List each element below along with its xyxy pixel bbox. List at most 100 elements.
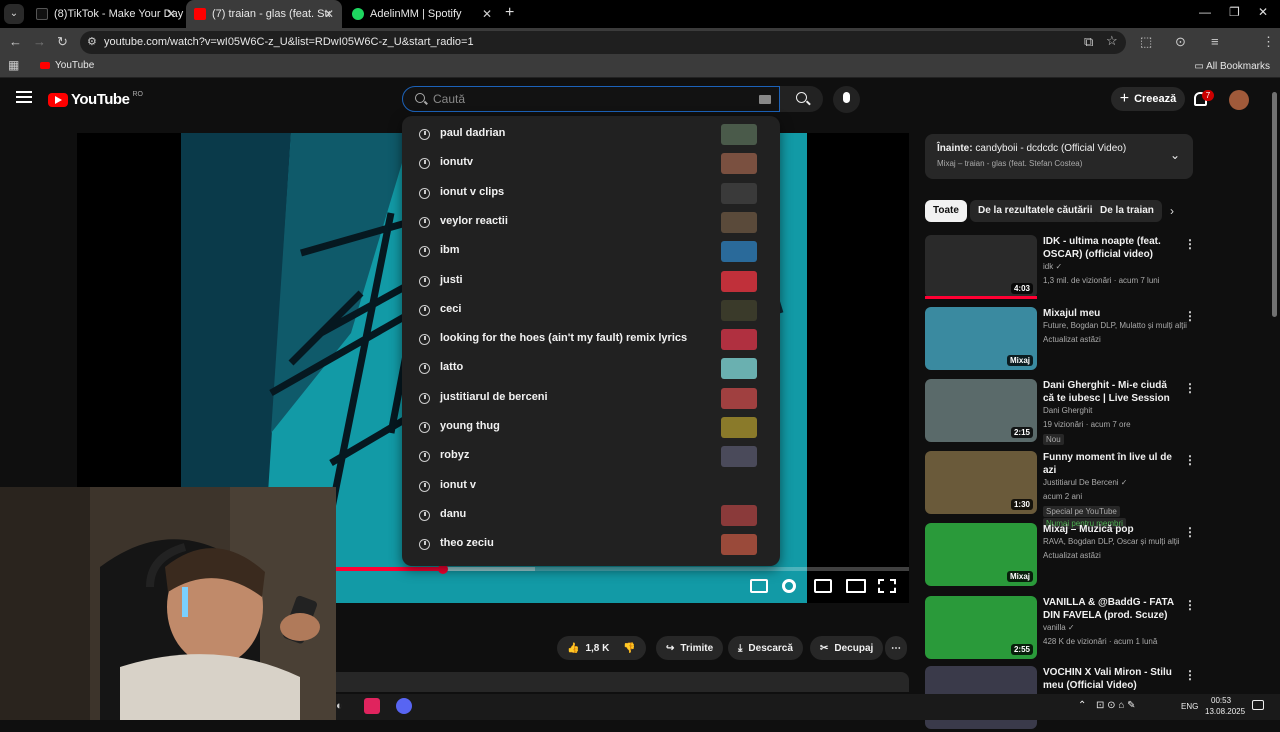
suggestion-item[interactable]: ibm <box>402 237 780 266</box>
chevron-down-icon[interactable]: ⌄ <box>1170 148 1180 162</box>
video-title[interactable]: Mixajul meu <box>1043 307 1178 320</box>
suggestion-item[interactable]: justi <box>402 267 780 296</box>
subtitles-icon[interactable] <box>750 579 768 593</box>
suggestion-item[interactable]: paul dadrian <box>402 120 780 149</box>
suggestion-item[interactable]: ionut v clips <box>402 179 780 208</box>
channel-name[interactable]: Future, Bogdan DLP, Mulatto și mulți alț… <box>1043 321 1187 330</box>
related-video[interactable]: 2:15 Dani Gherghit - Mi-e ciudă că te iub… <box>925 379 1196 445</box>
menu-hamburger-icon[interactable] <box>16 91 32 103</box>
suggestion-item[interactable]: justitiarul de berceni <box>402 384 780 413</box>
video-thumbnail[interactable]: Mixaj <box>925 523 1037 586</box>
channel-name[interactable]: Dani Gherghit <box>1043 406 1092 415</box>
video-thumbnail[interactable]: Mixaj <box>925 307 1037 370</box>
more-options-icon[interactable]: ⋮ <box>1184 525 1196 539</box>
back-icon[interactable]: ← <box>9 34 22 49</box>
chrome-menu-icon[interactable]: ⋮ <box>1262 34 1275 50</box>
apps-grid-icon[interactable]: ▦ <box>8 58 19 72</box>
chip-from-traian[interactable]: De la traian <box>1092 200 1162 222</box>
channel-name[interactable]: RAVA, Bogdan DLP, Oscar și mulți alții <box>1043 537 1180 546</box>
suggestion-item[interactable]: young thug <box>402 413 780 442</box>
playlist-up-next[interactable]: Înainte: candyboii - dcdcdc (Official Vi… <box>925 134 1193 179</box>
like-button[interactable]: 👍 1,8 K 👎 <box>557 636 646 660</box>
suggestion-item[interactable]: robyz <box>402 442 780 471</box>
keyboard-icon[interactable] <box>759 95 771 104</box>
video-title[interactable]: Mixaj – Muzică pop <box>1043 523 1178 536</box>
close-tab-icon[interactable]: ✕ <box>324 7 334 21</box>
tab-youtube[interactable]: (7) traian - glas (feat. Stefan Co ✕ <box>186 0 342 28</box>
channel-name[interactable]: idk ✓ <box>1043 262 1062 271</box>
theater-mode-icon[interactable] <box>846 579 866 593</box>
download-button[interactable]: ⤓ Descarcă <box>728 636 803 660</box>
chip-all[interactable]: Toate <box>925 200 967 222</box>
new-tab-button[interactable]: + <box>505 4 514 22</box>
video-thumbnail[interactable]: 4:03 <box>925 235 1037 298</box>
more-options-icon[interactable]: ⋮ <box>1184 453 1196 467</box>
channel-name[interactable]: Justitiarul De Berceni ✓ <box>1043 478 1128 487</box>
clip-button[interactable]: ✂ Decupaj <box>810 636 884 660</box>
taskbar-app-icon[interactable]: ◐ <box>336 700 343 712</box>
youtube-logo[interactable]: YouTube RO <box>48 91 143 108</box>
tray-icons[interactable]: ⊡ ⊙ ⌂ ✎ <box>1096 700 1136 711</box>
site-info-icon[interactable]: ⚙ <box>87 35 97 48</box>
share-button[interactable]: ↪ Trimite <box>656 636 724 660</box>
video-title[interactable]: VANILLA & @BaddG - FATA DIN FAVELA (prod… <box>1043 596 1178 622</box>
reload-icon[interactable]: ↻ <box>57 34 68 50</box>
more-options-icon[interactable]: ⋮ <box>1184 237 1196 251</box>
suggestion-item[interactable]: ceci <box>402 296 780 325</box>
user-avatar[interactable] <box>1229 90 1249 110</box>
install-app-icon[interactable]: ⧉ <box>1084 34 1093 50</box>
video-title[interactable]: VOCHIN X Vali Miron - Stilu meu (Officia… <box>1043 666 1178 692</box>
video-title[interactable]: Dani Gherghit - Mi-e ciudă că te iubesc … <box>1043 379 1178 405</box>
suggestion-item[interactable]: ionut v <box>402 472 780 501</box>
suggestion-item[interactable]: danu <box>402 501 780 530</box>
search-button[interactable] <box>780 86 823 112</box>
all-bookmarks[interactable]: ▭ All Bookmarks <box>1194 61 1270 72</box>
extensions-icon[interactable]: ⬚ <box>1140 34 1152 50</box>
chevron-right-icon[interactable]: › <box>1170 204 1174 218</box>
clock-time[interactable]: 00:53 <box>1211 696 1231 705</box>
keyboard-language[interactable]: ENG <box>1181 702 1198 711</box>
minimize-icon[interactable]: — <box>1199 5 1211 19</box>
address-bar[interactable]: ⚙ youtube.com/watch?v=wI05W6C-z_U&list=R… <box>80 31 1126 54</box>
thumbs-down-icon[interactable]: 👎 <box>623 643 635 654</box>
restore-icon[interactable]: ❐ <box>1229 5 1240 19</box>
tab-spotify[interactable]: AdelinMM | Spotify ✕ <box>344 0 500 28</box>
more-options-icon[interactable]: ⋮ <box>1184 668 1196 682</box>
chip-search-results[interactable]: De la rezultatele căutării <box>970 200 1101 222</box>
suggestion-item[interactable]: ionutv <box>402 149 780 178</box>
fullscreen-icon[interactable] <box>878 579 896 593</box>
search-box[interactable] <box>402 86 780 112</box>
bookmark-star-icon[interactable]: ☆ <box>1106 33 1118 49</box>
tray-chevron-icon[interactable]: ⌃ <box>1078 700 1086 711</box>
clock-date[interactable]: 13.08.2025 <box>1205 707 1245 716</box>
reading-list-icon[interactable]: ≡ <box>1211 34 1219 49</box>
create-button[interactable]: + Creează <box>1111 87 1185 111</box>
related-video[interactable]: Mixaj Mixaj – Muzică pop RAVA, Bogdan DLP,… <box>925 523 1196 589</box>
forward-icon[interactable]: → <box>33 34 46 49</box>
video-title[interactable]: IDK - ultima noapte (feat. OSCAR) (offic… <box>1043 235 1178 261</box>
more-options-icon[interactable]: ⋮ <box>1184 598 1196 612</box>
related-video[interactable]: Mixaj Mixajul meu Future, Bogdan DLP, Mula… <box>925 307 1196 373</box>
notification-center-icon[interactable] <box>1252 700 1264 710</box>
bookmark-youtube[interactable]: YouTube <box>40 60 94 71</box>
address-url[interactable]: youtube.com/watch?v=wI05W6C-z_U&list=RDw… <box>104 36 474 48</box>
tiktok-taskbar-icon[interactable] <box>364 698 380 714</box>
close-tab-icon[interactable]: ✕ <box>482 7 492 21</box>
settings-gear-icon[interactable] <box>782 579 796 593</box>
voice-search-button[interactable] <box>833 86 860 113</box>
video-thumbnail[interactable]: 2:55 <box>925 596 1037 659</box>
video-title[interactable]: Funny moment în live ul de azi <box>1043 451 1178 477</box>
related-video[interactable]: 1:30 Funny moment în live ul de azi Justit… <box>925 451 1196 529</box>
more-options-icon[interactable]: ⋮ <box>1184 381 1196 395</box>
close-tab-icon[interactable]: ✕ <box>166 7 176 21</box>
profile-sync-icon[interactable]: ⊙ <box>1175 34 1186 50</box>
tab-search-menu-button[interactable]: ⌄ <box>4 4 24 24</box>
more-actions-button[interactable]: ⋯ <box>885 636 907 660</box>
suggestion-item[interactable]: latto <box>402 354 780 383</box>
search-input[interactable] <box>433 90 753 108</box>
video-thumbnail[interactable]: 2:15 <box>925 379 1037 442</box>
channel-name[interactable]: vanilla ✓ <box>1043 623 1075 632</box>
more-options-icon[interactable]: ⋮ <box>1184 309 1196 323</box>
related-video[interactable]: 4:03 IDK - ultima noapte (feat. OSCAR) (o… <box>925 235 1196 301</box>
tab-tiktok[interactable]: (8)TikTok - Make Your Day ✕ <box>28 0 184 28</box>
